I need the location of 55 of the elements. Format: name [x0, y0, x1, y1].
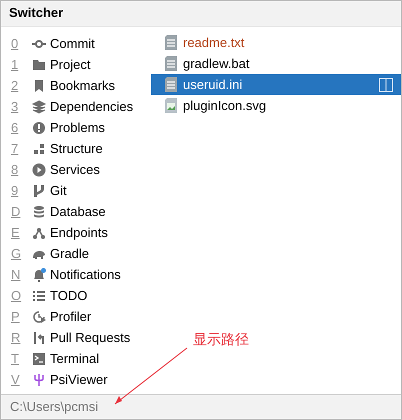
shortcut-key: 0: [11, 34, 31, 54]
text-file-icon: [165, 77, 177, 92]
shortcut-key: O: [11, 286, 31, 306]
layers-icon: [31, 98, 47, 114]
tool-window-item[interactable]: Problems: [50, 118, 105, 138]
file-row[interactable]: useruid.ini: [151, 74, 401, 95]
window-title: Switcher: [1, 1, 401, 26]
shortcut-key: 6: [11, 118, 31, 138]
shortcut-key: D: [11, 202, 31, 222]
file-row[interactable]: readme.txt: [151, 32, 401, 53]
database-icon: [31, 204, 47, 220]
terminal-icon: [31, 350, 47, 366]
shortcut-key: 1: [11, 54, 31, 74]
bell-icon: [31, 266, 47, 282]
tool-window-item[interactable]: Structure: [50, 138, 103, 158]
tool-window-item[interactable]: Project: [50, 54, 90, 74]
tool-window-item[interactable]: Database: [50, 202, 106, 222]
tool-window-item[interactable]: Commit: [50, 34, 95, 54]
tool-window-item[interactable]: Dependencies: [50, 96, 134, 116]
shortcut-key: E: [11, 222, 31, 242]
shortcut-key: T: [11, 348, 31, 368]
exclamation-icon: [31, 120, 47, 136]
shortcut-key: R: [11, 328, 31, 348]
tool-window-item[interactable]: TODO: [50, 286, 88, 306]
tool-window-item[interactable]: Pull Requests: [50, 328, 130, 348]
text-file-icon: [165, 56, 177, 71]
shortcut-key: 3: [11, 96, 31, 116]
tool-window-item[interactable]: Endpoints: [50, 222, 108, 242]
shortcut-key: V: [11, 370, 31, 390]
shortcut-key: 8: [11, 160, 31, 180]
tool-window-item[interactable]: Services: [50, 160, 100, 180]
tool-window-item[interactable]: Gradle: [50, 244, 90, 264]
tool-window-item[interactable]: Bookmarks: [50, 76, 116, 96]
shortcut-key: N: [11, 264, 31, 284]
tool-window-item[interactable]: Terminal: [50, 348, 100, 368]
path-text: C:\Users\pcmsi: [10, 399, 98, 414]
image-file-icon: [165, 98, 177, 113]
tool-window-item[interactable]: Notifications: [50, 264, 121, 284]
shortcut-key: 7: [11, 138, 31, 158]
file-row[interactable]: pluginIcon.svg: [151, 95, 401, 116]
text-file-icon: [165, 35, 177, 50]
clock-icon: [31, 308, 47, 324]
branch-icon: [31, 182, 47, 198]
tool-window-item[interactable]: Profiler: [50, 306, 92, 326]
split-view-icon[interactable]: [379, 78, 393, 92]
shortcut-key: 2: [11, 76, 31, 96]
shortcut-key: 9: [11, 180, 31, 200]
annotation-text: 显示路径: [193, 330, 249, 349]
shortcut-key: G: [11, 244, 31, 264]
file-row[interactable]: gradlew.bat: [151, 53, 401, 74]
tool-window-item[interactable]: PsiViewer: [50, 370, 108, 390]
tool-window-item[interactable]: Git: [50, 180, 67, 200]
shortcut-key: P: [11, 306, 31, 326]
pull-request-icon: [31, 330, 47, 346]
play-icon: [31, 162, 47, 178]
